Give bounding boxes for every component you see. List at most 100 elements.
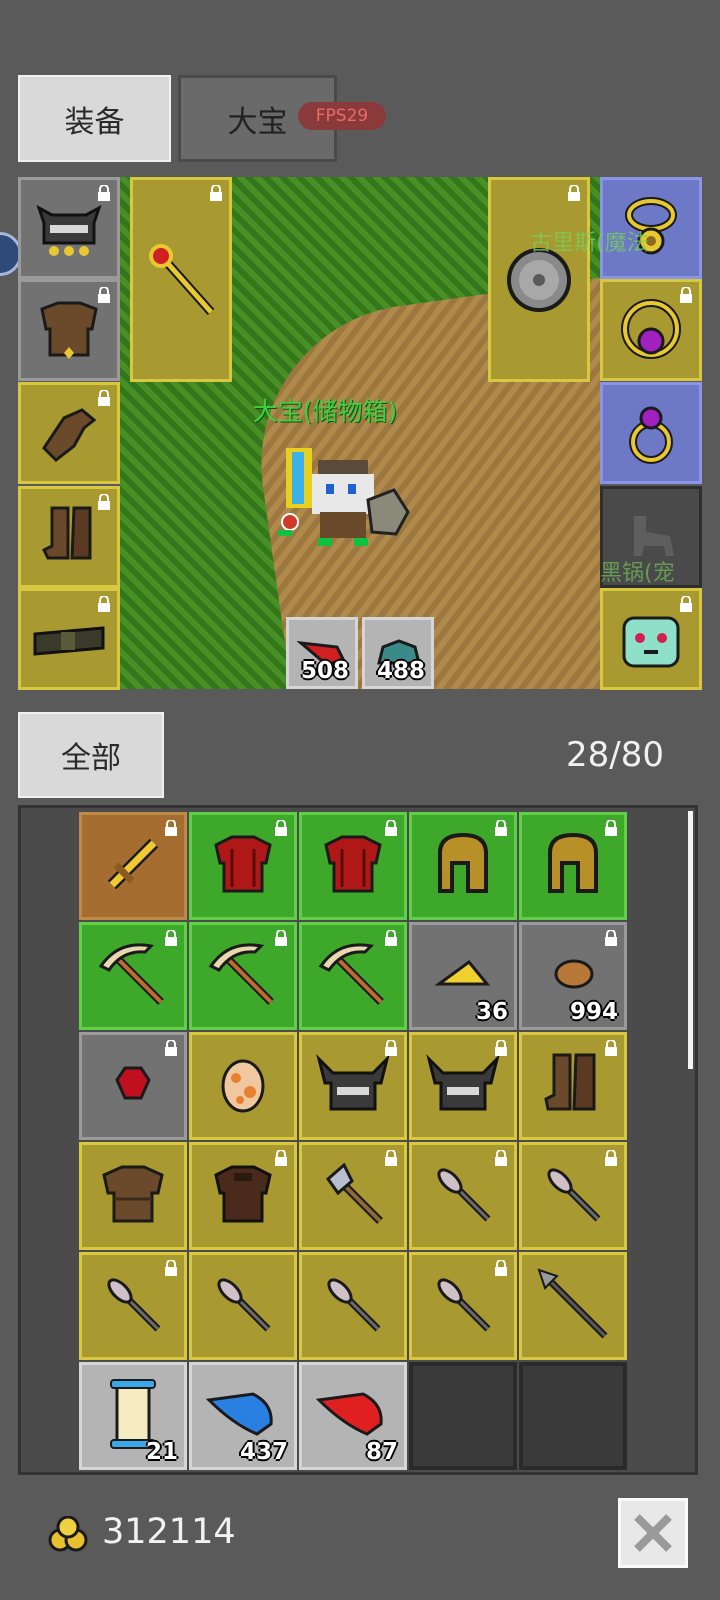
- gold-helmet-icon: [548, 832, 598, 893]
- lock-icon: [495, 820, 507, 836]
- inventory-slot[interactable]: [299, 1142, 407, 1250]
- inventory-slot[interactable]: [299, 1252, 407, 1360]
- red-armor-icon: [324, 835, 382, 893]
- gold-helmet-icon: [428, 829, 498, 903]
- gold-amount: 312114: [102, 1512, 236, 1552]
- inventory-slot[interactable]: [189, 812, 297, 920]
- inventory-scrollbar[interactable]: [688, 811, 693, 1069]
- lock-icon: [495, 1260, 507, 1276]
- egg-icon: [218, 1054, 268, 1118]
- helmet-icon: [36, 204, 102, 256]
- pet-name-label: 黑锅(宠: [600, 561, 675, 586]
- horned-helmet-icon: [423, 1049, 503, 1123]
- scepter-icon: [149, 243, 215, 315]
- lock-icon: [98, 287, 110, 303]
- axe-icon: [325, 1162, 383, 1224]
- horned-helmet-icon: [316, 1054, 390, 1111]
- inventory-slot[interactable]: [189, 1252, 297, 1360]
- inventory-slot[interactable]: [519, 1142, 627, 1250]
- inventory-slot[interactable]: [79, 1142, 187, 1250]
- equip-slot-weapon[interactable]: [130, 177, 232, 382]
- cheese-icon: [433, 954, 493, 998]
- inventory-slot[interactable]: [189, 1032, 297, 1140]
- empty-inventory-slot[interactable]: [409, 1362, 517, 1470]
- item-count: 87: [365, 1439, 398, 1465]
- red-armor-icon: [214, 835, 272, 893]
- equip-slot-helmet[interactable]: [18, 177, 120, 279]
- inventory-slot[interactable]: 21: [79, 1362, 187, 1470]
- equip-slot-ring[interactable]: [600, 382, 702, 484]
- lock-icon: [165, 820, 177, 836]
- inventory-slot[interactable]: [519, 1032, 627, 1140]
- equip-slot-armor[interactable]: [18, 279, 120, 381]
- egg-icon: [221, 1059, 265, 1113]
- purple-gem-necklace-icon: [621, 299, 681, 359]
- equip-slot-belt[interactable]: [18, 588, 120, 690]
- arrow-icon: [437, 1168, 491, 1222]
- gold-helmet-icon: [538, 829, 608, 903]
- lock-icon: [98, 390, 110, 406]
- lock-icon: [605, 820, 617, 836]
- lock-icon: [165, 930, 177, 946]
- meat-icon: [554, 959, 594, 989]
- inventory-slot[interactable]: [189, 922, 297, 1030]
- golden-sword-icon: [98, 829, 168, 903]
- lock-icon: [275, 1150, 287, 1166]
- arrow-icon: [437, 1278, 491, 1332]
- item-count: 994: [569, 999, 618, 1025]
- arrow-icon: [98, 1269, 168, 1343]
- lock-icon: [605, 930, 617, 946]
- arrow-icon: [428, 1159, 498, 1233]
- inventory-slot[interactable]: [79, 1032, 187, 1140]
- inventory-slot[interactable]: [409, 1142, 517, 1250]
- empty-inventory-slot[interactable]: [519, 1362, 627, 1470]
- inventory-slot[interactable]: 87: [299, 1362, 407, 1470]
- inventory-grid[interactable]: 36 994 21 437 87: [18, 805, 698, 1475]
- inventory-slot[interactable]: 994: [519, 922, 627, 1030]
- inventory-slot[interactable]: [409, 1252, 517, 1360]
- close-button[interactable]: [618, 1498, 688, 1568]
- item-count: 488: [376, 658, 425, 684]
- inventory-slot[interactable]: [79, 922, 187, 1030]
- equip-slot-pet[interactable]: [600, 588, 702, 690]
- inventory-slot[interactable]: [79, 812, 187, 920]
- inventory-slot[interactable]: [519, 812, 627, 920]
- gloves-icon: [42, 408, 97, 462]
- leather-armor-icon: [102, 1165, 164, 1223]
- inventory-slot[interactable]: [299, 922, 407, 1030]
- dark-armor-icon: [214, 1165, 272, 1223]
- ruby-icon: [115, 1066, 151, 1100]
- inventory-slot[interactable]: [299, 812, 407, 920]
- inventory-slot[interactable]: 437: [189, 1362, 297, 1470]
- inventory-slot[interactable]: [189, 1142, 297, 1250]
- inventory-slot[interactable]: 36: [409, 922, 517, 1030]
- lock-icon: [495, 1040, 507, 1056]
- equip-slot-boots[interactable]: [18, 486, 120, 588]
- pickaxe-icon: [98, 943, 164, 1005]
- pickaxe-icon: [205, 936, 281, 1016]
- item-count: 21: [145, 1439, 178, 1465]
- lock-icon: [605, 1150, 617, 1166]
- horned-helmet-icon: [426, 1054, 500, 1111]
- lock-icon: [385, 1150, 397, 1166]
- quick-slot[interactable]: 488: [362, 617, 434, 689]
- inventory-slot[interactable]: [409, 1032, 517, 1140]
- pickaxe-icon: [318, 943, 384, 1005]
- arrow-icon: [538, 1159, 608, 1233]
- equip-slot-amulet[interactable]: [600, 279, 702, 381]
- gold-helmet-icon: [438, 832, 488, 893]
- inventory-slot[interactable]: [299, 1032, 407, 1140]
- tab-equipment[interactable]: 装备: [18, 75, 171, 162]
- filter-all-button[interactable]: 全部: [18, 712, 164, 798]
- arrow-icon: [547, 1168, 601, 1222]
- spear-icon: [535, 1266, 611, 1346]
- inventory-slot[interactable]: [79, 1252, 187, 1360]
- inventory-slot[interactable]: [519, 1252, 627, 1360]
- inventory-slot[interactable]: [409, 812, 517, 920]
- arrow-icon: [107, 1278, 161, 1332]
- equip-slot-offhand[interactable]: [488, 177, 590, 382]
- leather-armor-icon: [98, 1159, 168, 1233]
- quick-slot[interactable]: 508: [286, 617, 358, 689]
- inventory-capacity: 28/80: [566, 735, 664, 775]
- equip-slot-gloves[interactable]: [18, 382, 120, 484]
